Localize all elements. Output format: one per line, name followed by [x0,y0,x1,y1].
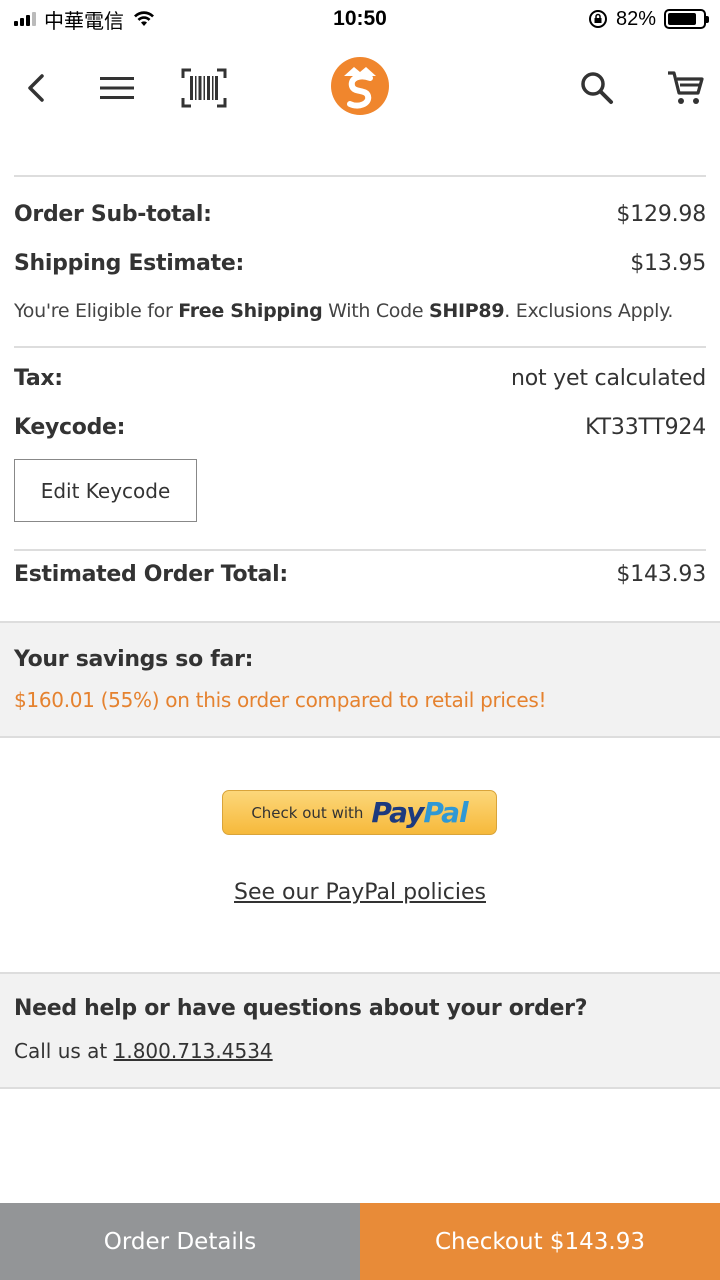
paypal-logo-part1: Pay [371,796,424,829]
subtotal-value: $129.98 [616,202,706,227]
help-title: Need help or have questions about your o… [14,996,588,1021]
shipping-code: SHIP89 [429,300,505,322]
divider [14,346,706,348]
menu-button[interactable] [91,62,143,114]
battery-level [668,13,696,25]
help-call: Call us at 1.800.713.4534 [14,1039,273,1063]
paypal-checkout-button[interactable]: Check out with PayPal [222,790,497,835]
paypal-pre-label: Check out with [251,803,364,822]
savings-title: Your savings so far: [14,647,254,672]
help-panel: Need help or have questions about your o… [0,972,720,1089]
status-left: 中華電信 [14,5,156,34]
tax-value: not yet calculated [510,366,706,391]
tax-label: Tax: [14,366,63,391]
bottom-action-bar: Order Details Checkout $143.93 [0,1203,720,1280]
total-label: Estimated Order Total: [14,562,288,587]
call-prefix: Call us at [14,1039,114,1063]
brand-logo-icon [331,57,389,115]
total-value: $143.93 [616,562,706,587]
cart-button[interactable] [660,62,712,114]
wifi-icon [134,11,154,26]
subtotal-row: Order Sub-total: $129.98 [14,202,706,227]
keycode-value: KT33TT924 [585,415,706,440]
divider [14,549,706,551]
free-shipping-mid: With Code [322,300,430,322]
back-button[interactable] [10,62,62,114]
paypal-policies-link[interactable]: See our PayPal policies [0,880,720,905]
checkout-button[interactable]: Checkout $143.93 [360,1203,720,1280]
rotation-lock-icon [588,10,607,28]
status-bar: 中華電信 10:50 82% [0,0,720,38]
tax-row: Tax: not yet calculated [14,366,706,391]
keycode-label: Keycode: [14,415,126,440]
menu-icon [100,77,134,99]
shipping-label: Shipping Estimate: [14,251,244,276]
search-button[interactable] [571,62,623,114]
search-icon [581,72,613,104]
paypal-logo: PayPal [371,796,468,829]
shipping-value: $13.95 [630,251,706,276]
paypal-logo-part2: Pal [423,796,468,829]
order-details-button[interactable]: Order Details [0,1203,360,1280]
barcode-scanner-icon [181,68,227,108]
shipping-row: Shipping Estimate: $13.95 [14,251,706,276]
back-arrow-icon [28,74,44,102]
signal-icon [14,12,36,26]
savings-panel: Your savings so far: $160.01 (55%) on th… [0,621,720,738]
barcode-scanner-button[interactable] [178,62,230,114]
battery-icon [664,9,709,29]
free-shipping-post: . Exclusions Apply. [504,300,674,322]
phone-link[interactable]: 1.800.713.4534 [114,1039,273,1063]
total-row: Estimated Order Total: $143.93 [14,562,706,587]
free-shipping-note: You're Eligible for Free Shipping With C… [14,300,706,322]
keycode-row: Keycode: KT33TT924 [14,415,706,440]
free-shipping-pre: You're Eligible for [14,300,179,322]
free-shipping-bold: Free Shipping [178,300,323,322]
top-nav [0,50,720,126]
edit-keycode-button[interactable]: Edit Keycode [14,459,197,522]
status-right: 82% [588,7,709,31]
carrier-name: 中華電信 [44,10,124,33]
brand-logo[interactable] [330,56,390,116]
cart-icon [668,71,704,104]
divider [14,175,706,177]
battery-percent: 82% [615,7,656,30]
savings-text: $160.01 (55%) on this order compared to … [14,688,547,712]
subtotal-label: Order Sub-total: [14,202,212,227]
